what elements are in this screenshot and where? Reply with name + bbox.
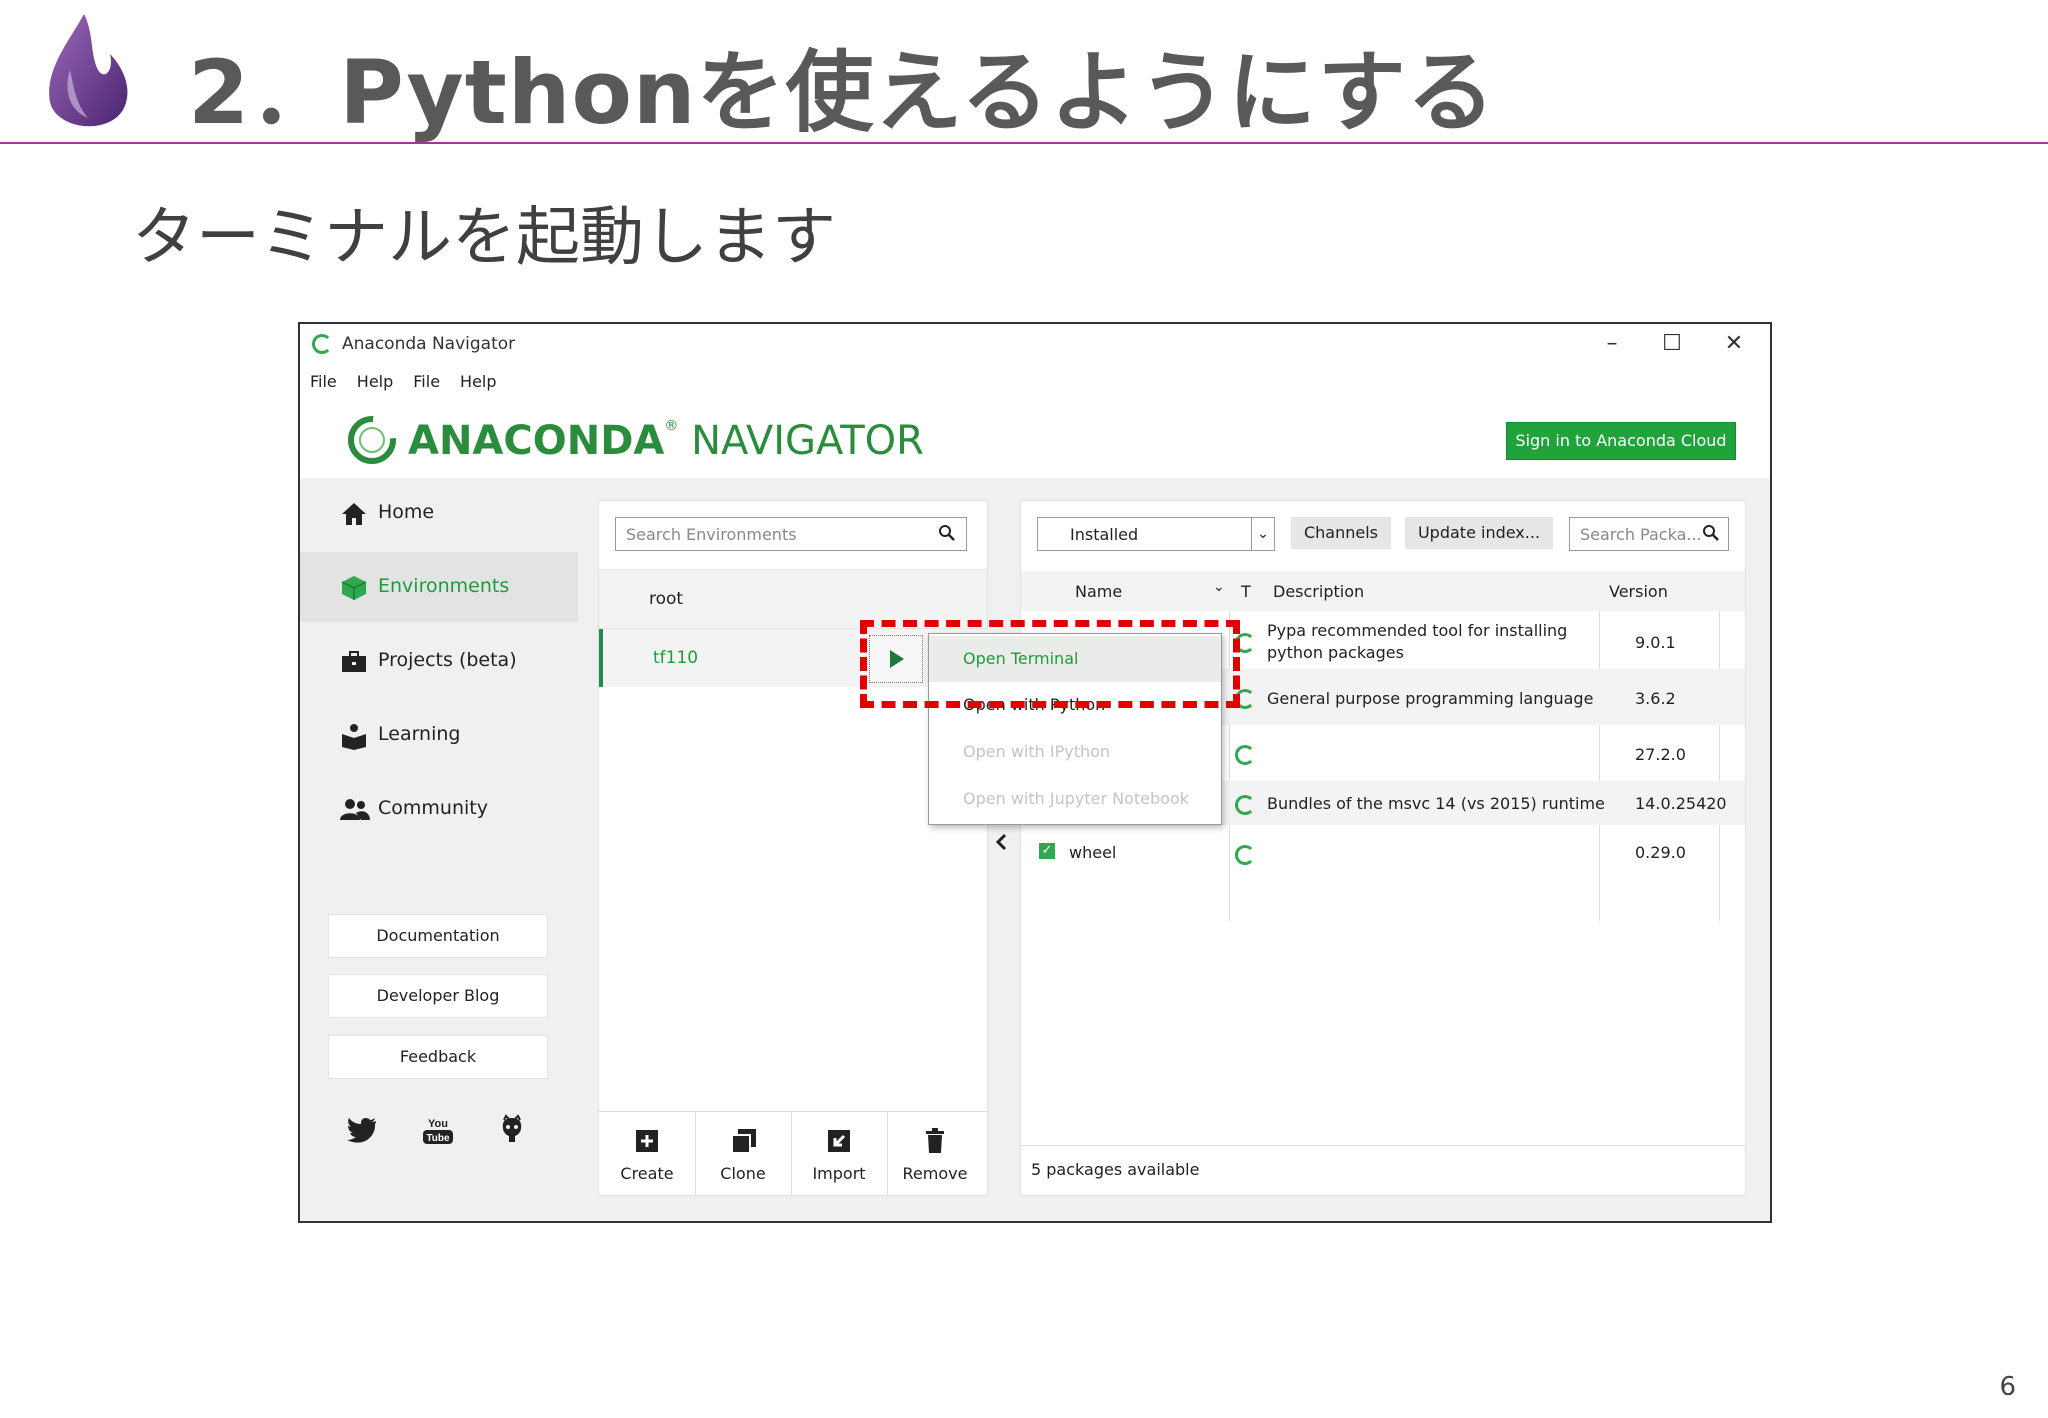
search-packages-input[interactable]: Search Packa... <box>1569 517 1729 551</box>
menu-help[interactable]: Help <box>357 372 393 391</box>
open-with-ipython-menu-item[interactable]: Open with IPython <box>929 729 1221 775</box>
menu-help-2[interactable]: Help <box>460 372 496 391</box>
packages-panel: Installed ⌄ Channels Update index... Sea… <box>1020 500 1746 1196</box>
create-button[interactable]: Create <box>599 1112 696 1196</box>
remove-button[interactable]: Remove <box>887 1112 983 1196</box>
slide-subtitle: ターミナルを起動します <box>132 201 836 275</box>
packages-table-header: Name ⌄ T Description Version <box>1021 571 1745 611</box>
package-status-icon <box>1235 745 1255 765</box>
learning-icon <box>340 722 368 750</box>
developer-blog-link[interactable]: Developer Blog <box>328 974 548 1018</box>
sidebar-item-home[interactable]: Home <box>300 478 578 548</box>
youtube-icon[interactable]: You Tube <box>420 1112 456 1148</box>
sidebar-item-learning[interactable]: Learning <box>300 700 578 770</box>
collapse-panel-chevron-icon[interactable] <box>994 832 1008 857</box>
environment-actions: Create Clone Import Remove <box>599 1111 987 1196</box>
highlight-box <box>860 620 1240 708</box>
packages-count: 5 packages available <box>1031 1160 1200 1179</box>
package-filter-select[interactable]: Installed ⌄ <box>1037 517 1275 551</box>
update-index-button[interactable]: Update index... <box>1405 517 1553 549</box>
anaconda-ring-icon <box>312 334 332 354</box>
elixir-logo <box>40 10 132 136</box>
table-row[interactable]: ✓ wheel 0.29.0 <box>1021 825 1745 881</box>
menu-file-2[interactable]: File <box>413 372 440 391</box>
briefcase-icon <box>340 648 368 676</box>
sidebar-item-label: Home <box>378 501 435 523</box>
sidebar-item-environments[interactable]: Environments <box>300 552 578 622</box>
chevron-down-icon[interactable]: ⌄ <box>1213 579 1225 595</box>
package-status-icon <box>1235 845 1255 865</box>
anaconda-window: Anaconda Navigator – ☐ ✕ File Help File Hel… <box>298 322 1772 1223</box>
search-icon <box>1702 524 1720 546</box>
search-environments-input[interactable]: Search Environments <box>615 517 967 551</box>
svg-text:Tube: Tube <box>426 1133 450 1144</box>
plus-icon <box>635 1128 659 1154</box>
checkbox-checked-icon[interactable]: ✓ <box>1039 843 1055 859</box>
brand-wordmark: ANACONDA® NAVIGATOR <box>408 418 924 464</box>
packages-footer: 5 packages available <box>1021 1145 1745 1196</box>
sidebar-item-label: Projects (beta) <box>378 649 517 671</box>
sidebar-item-community[interactable]: Community <box>300 774 578 844</box>
close-button[interactable]: ✕ <box>1704 326 1764 362</box>
import-button[interactable]: Import <box>791 1112 888 1196</box>
sidebar-item-label: Environments <box>378 575 510 597</box>
cube-icon <box>340 574 368 602</box>
environments-panel: Search Environments root tf110 Create Cl… <box>598 500 991 1196</box>
menu-bar: File Help File Help <box>310 372 517 391</box>
column-version[interactable]: Version <box>1609 582 1668 601</box>
home-icon <box>340 500 368 528</box>
trash-icon <box>923 1128 947 1154</box>
sidebar-item-label: Learning <box>378 723 461 745</box>
column-name[interactable]: Name <box>1075 582 1122 601</box>
package-name: wheel <box>1069 843 1117 862</box>
chevron-down-icon: ⌄ <box>1251 518 1274 550</box>
clone-icon <box>731 1128 756 1154</box>
anaconda-logo-icon <box>346 414 398 466</box>
package-status-icon <box>1235 795 1255 815</box>
community-icon <box>340 796 370 824</box>
channels-button[interactable]: Channels <box>1291 517 1391 549</box>
menu-file[interactable]: File <box>310 372 337 391</box>
column-description[interactable]: Description <box>1273 582 1364 601</box>
window-title: Anaconda Navigator <box>342 334 516 354</box>
sign-in-cloud-button[interactable]: Sign in to Anaconda Cloud <box>1506 422 1736 460</box>
sidebar-item-label: Community <box>378 797 488 819</box>
open-with-jupyter-menu-item[interactable]: Open with Jupyter Notebook <box>929 776 1221 822</box>
title-divider <box>0 142 2048 144</box>
maximize-button[interactable]: ☐ <box>1642 326 1702 362</box>
search-icon <box>938 524 956 546</box>
github-icon[interactable] <box>494 1112 530 1148</box>
slide-title: 2．Pythonを使えるようにする <box>188 41 1496 144</box>
sidebar: Home Environments Projects (beta) Learni… <box>300 478 578 1221</box>
column-type[interactable]: T <box>1241 582 1251 601</box>
page-number: 6 <box>1999 1372 2016 1402</box>
title-bar: Anaconda Navigator – ☐ ✕ <box>300 324 1770 364</box>
feedback-link[interactable]: Feedback <box>328 1035 548 1079</box>
sidebar-item-projects[interactable]: Projects (beta) <box>300 626 578 696</box>
minimize-button[interactable]: – <box>1582 326 1642 362</box>
documentation-link[interactable]: Documentation <box>328 914 548 958</box>
clone-button[interactable]: Clone <box>695 1112 792 1196</box>
twitter-icon[interactable] <box>344 1112 380 1148</box>
import-icon <box>827 1128 851 1154</box>
svg-text:You: You <box>428 1118 448 1130</box>
